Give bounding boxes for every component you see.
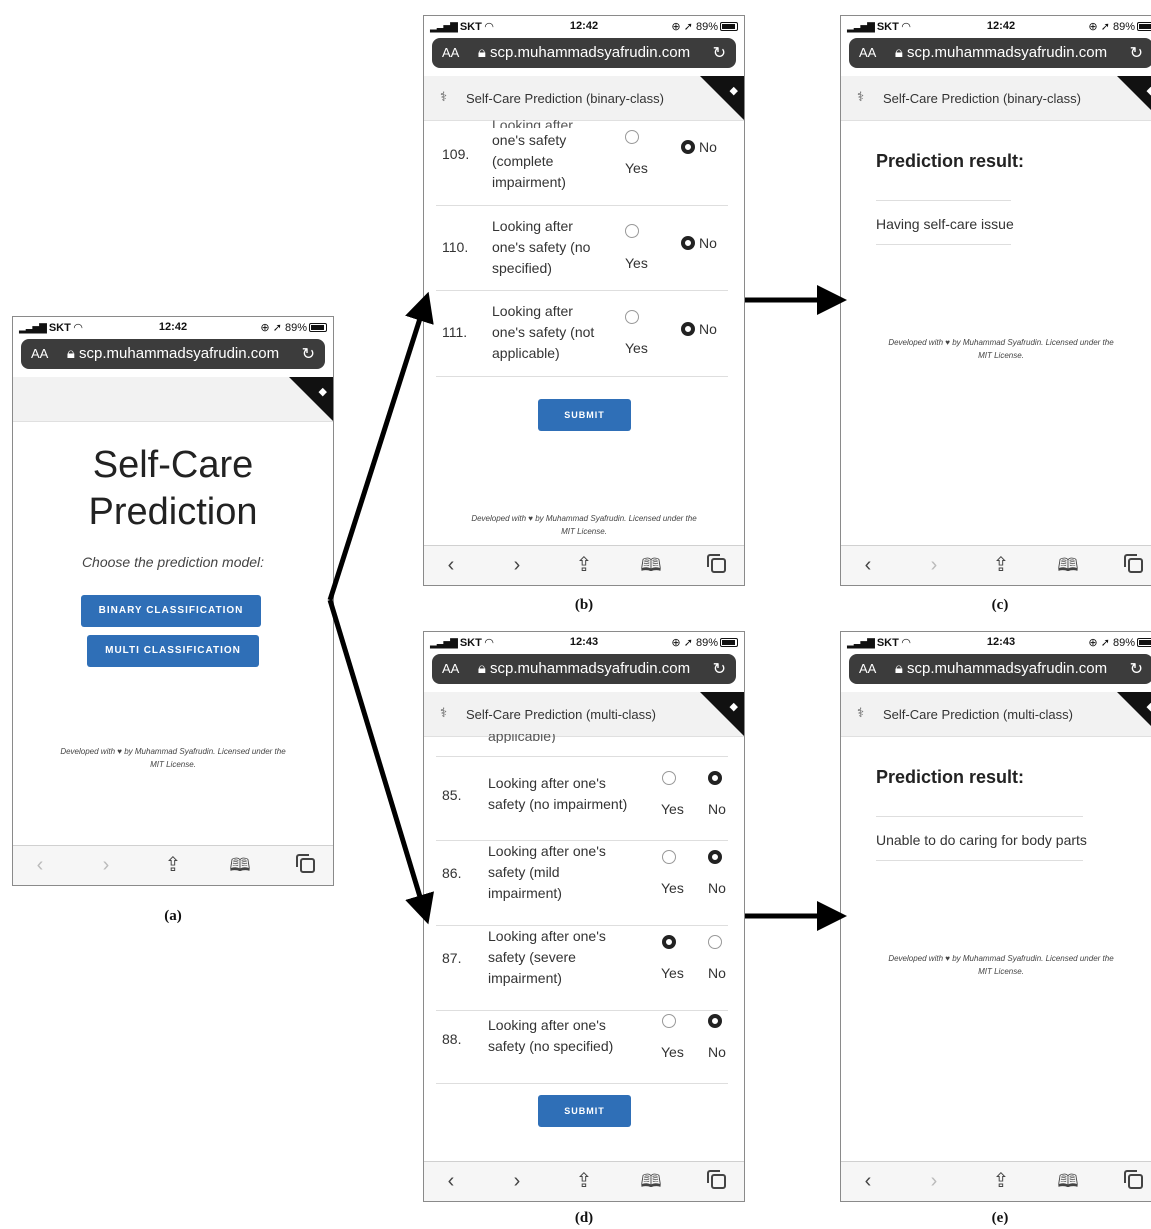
caption-a: (a)	[164, 908, 182, 924]
caption-e: (e)	[991, 1210, 1009, 1226]
arrow-to-b	[327, 291, 434, 601]
caption-c: (c)	[991, 597, 1009, 613]
arrow-to-d	[327, 599, 435, 925]
caption-b: (b)	[574, 597, 594, 613]
flow-arrows	[327, 285, 847, 931]
caption-d: (d)	[574, 1210, 594, 1226]
